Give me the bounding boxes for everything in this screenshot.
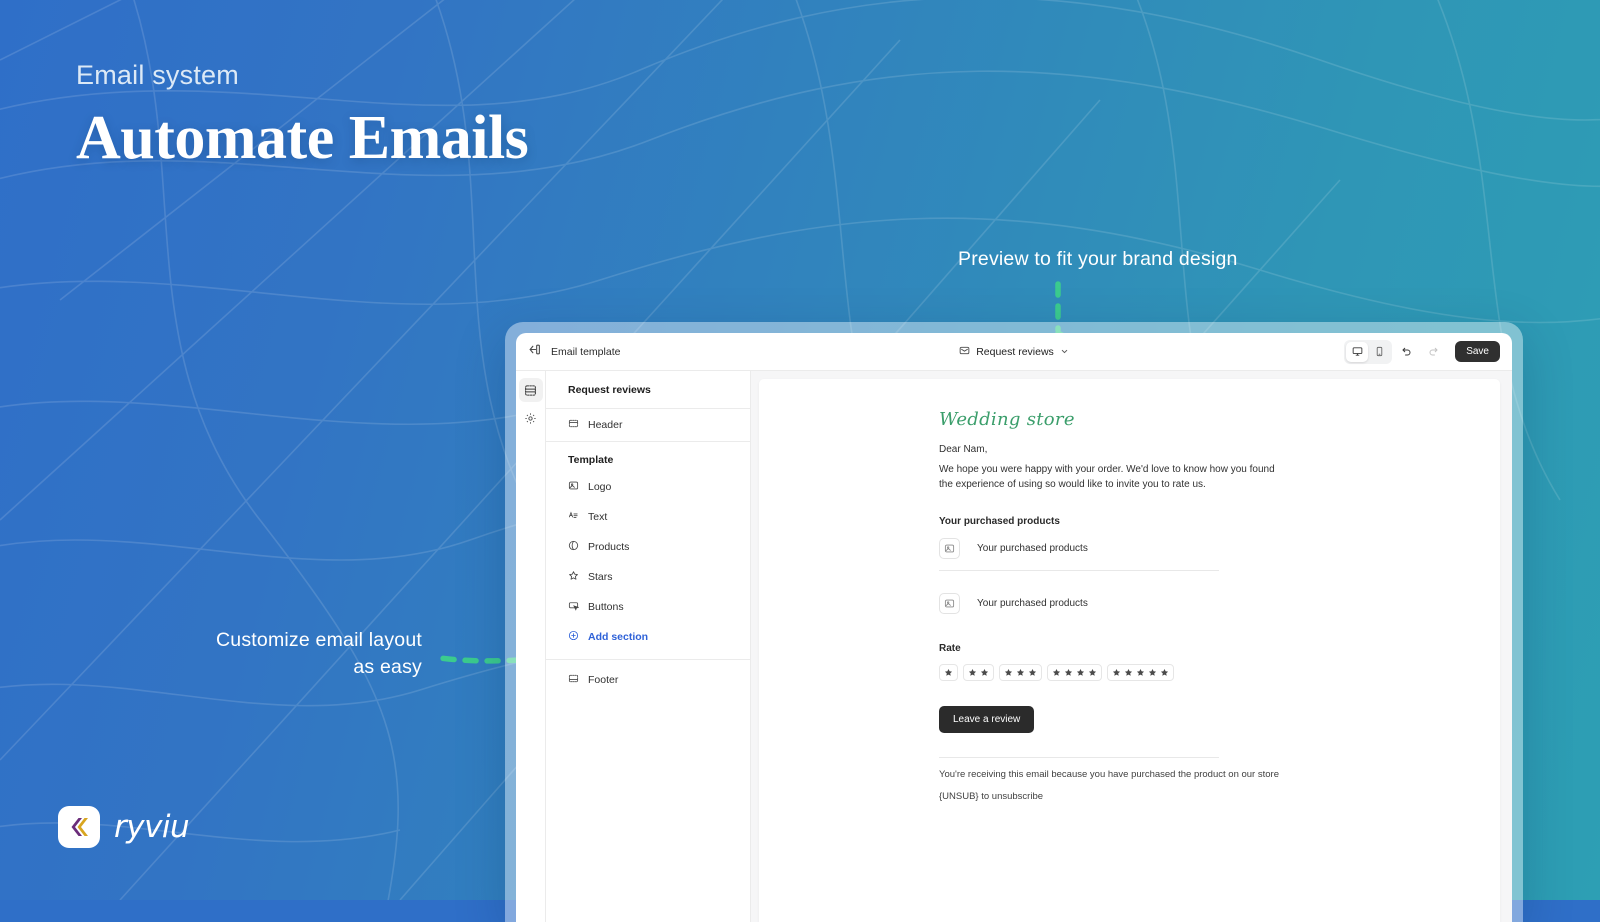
sidebar-item-products[interactable]: Products [546, 532, 750, 562]
image-icon [568, 480, 579, 494]
star-icon [1148, 664, 1157, 682]
template-selector[interactable]: Request reviews [959, 343, 1069, 361]
rating-option-2[interactable] [963, 664, 994, 681]
plus-circle-icon [568, 630, 579, 644]
star-icon [968, 664, 977, 682]
star-icon [1028, 664, 1037, 682]
star-icon [1004, 664, 1013, 682]
settings-rail-icon[interactable] [519, 406, 543, 430]
email-footer-divider [939, 757, 1219, 758]
email-greeting: Dear Nam, [939, 444, 988, 455]
rating-option-4[interactable] [1047, 664, 1102, 681]
product-name: Your purchased products [977, 543, 1088, 554]
sidebar-item-stars[interactable]: Stars [546, 562, 750, 592]
leave-review-button[interactable]: Leave a review [939, 706, 1035, 733]
email-intro-text: We hope you were happy with your order. … [939, 464, 1275, 490]
preview-canvas: Wedding store Dear Nam, We hope you were… [751, 371, 1512, 922]
app-window: Email template Request reviews Save Requ… [516, 333, 1512, 922]
products-icon [568, 540, 579, 554]
product-image-placeholder-icon [939, 593, 960, 614]
product-image-placeholder-icon [939, 538, 960, 559]
back-arrow-icon[interactable] [528, 343, 541, 361]
page-title: Automate Emails [76, 104, 529, 172]
sidebar-item-label: Text [588, 511, 608, 523]
rating-option-3[interactable] [999, 664, 1042, 681]
email-product-row[interactable]: Your purchased products [939, 527, 1379, 570]
hero-heading-group: Email system Automate Emails [76, 60, 529, 174]
footer-icon [568, 673, 579, 687]
ryviu-logo-text: ryviu [114, 809, 190, 845]
star-icon [1076, 664, 1085, 682]
email-rate-label: Rate [939, 643, 961, 654]
sidebar-item-label: Header [588, 419, 623, 431]
app-body: Request reviews Header Template Logo Tex… [516, 371, 1512, 922]
sidebar-item-label: Products [588, 541, 630, 553]
chevrons-icon [71, 818, 88, 836]
hero-eyebrow: Email system [76, 60, 239, 90]
email-store-name: Wedding store [939, 409, 1075, 430]
email-footer-line-2: {UNSUB} to unsubscribe [939, 791, 1044, 802]
email-products-label: Your purchased products [939, 516, 1060, 527]
sidebar-item-label: Logo [588, 481, 612, 493]
email-footer-line-1: You're receiving this email because you … [939, 769, 1279, 780]
star-icon [1016, 664, 1025, 682]
sidebar-group-title: Template [568, 454, 614, 466]
sidebar-title: Request reviews [546, 371, 750, 409]
add-section-button[interactable]: Add section [546, 622, 750, 652]
add-section-label: Add section [588, 631, 649, 643]
star-icon [980, 664, 989, 682]
callout-preview-text: Preview to fit your brand design [958, 248, 1238, 270]
text-icon [568, 510, 579, 524]
header-icon [568, 418, 579, 432]
template-selector-label: Request reviews [976, 345, 1054, 358]
star-icon [1136, 664, 1145, 682]
star-icon [1160, 664, 1169, 682]
rating-options [939, 664, 1379, 681]
rating-option-5[interactable] [1107, 664, 1174, 681]
icon-rail [516, 371, 546, 922]
save-button[interactable]: Save [1455, 341, 1500, 362]
topbar-title: Email template [551, 345, 621, 358]
product-name: Your purchased products [977, 598, 1088, 609]
app-topbar: Email template Request reviews Save [516, 333, 1512, 371]
mobile-preview-button[interactable] [1368, 342, 1390, 362]
star-icon [1064, 664, 1073, 682]
star-icon [1124, 664, 1133, 682]
app-window-frame: Email template Request reviews Save Requ… [505, 322, 1523, 922]
ryviu-logo: ryviu [58, 806, 190, 848]
template-rail-icon[interactable] [518, 378, 543, 402]
star-icon [1088, 664, 1097, 682]
email-content: Wedding store Dear Nam, We hope you were… [939, 409, 1379, 802]
undo-button[interactable] [1396, 341, 1418, 363]
rating-option-1[interactable] [939, 664, 958, 681]
layers-sidebar: Request reviews Header Template Logo Tex… [546, 371, 751, 922]
star-icon [1052, 664, 1061, 682]
email-product-row[interactable]: Your purchased products [939, 571, 1379, 625]
button-icon [568, 600, 580, 614]
email-preview-sheet: Wedding store Dear Nam, We hope you were… [759, 379, 1500, 922]
chevron-down-icon [1060, 343, 1069, 361]
device-preview-toggle [1344, 339, 1393, 364]
email-icon [959, 343, 970, 361]
sidebar-item-header[interactable]: Header [546, 409, 750, 442]
sidebar-item-footer[interactable]: Footer [546, 660, 750, 695]
redo-button[interactable] [1422, 341, 1444, 363]
desktop-preview-button[interactable] [1346, 341, 1369, 362]
sidebar-item-logo[interactable]: Logo [546, 472, 750, 502]
star-icon [1112, 664, 1121, 682]
ryviu-logo-mark [58, 806, 100, 848]
sidebar-item-label: Stars [588, 571, 613, 583]
callout-customize-text: Customize email layout as easy [216, 629, 422, 678]
sidebar-item-text[interactable]: Text [546, 502, 750, 532]
star-icon [568, 570, 579, 584]
sidebar-item-buttons[interactable]: Buttons [546, 592, 750, 622]
star-icon [944, 664, 953, 682]
sidebar-item-label: Footer [588, 674, 619, 686]
sidebar-item-label: Buttons [588, 601, 624, 613]
